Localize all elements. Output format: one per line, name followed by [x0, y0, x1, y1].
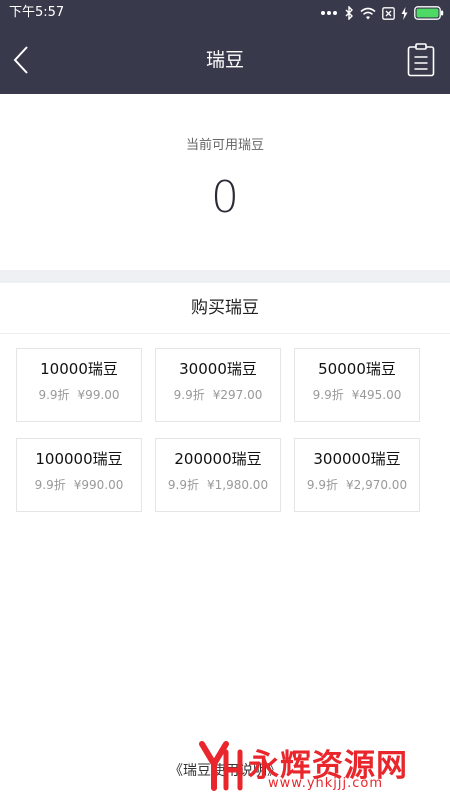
- package-amount: 10000瑞豆: [40, 360, 118, 378]
- package-price: ¥1,980.00: [207, 478, 269, 492]
- package-card[interactable]: 300000瑞豆 9.9折 ¥2,970.00: [294, 438, 420, 512]
- status-time: 下午5:57: [9, 5, 65, 20]
- package-card[interactable]: 30000瑞豆 9.9折 ¥297.00: [155, 348, 281, 422]
- package-card[interactable]: 50000瑞豆 9.9折 ¥495.00: [294, 348, 420, 422]
- package-discount: 9.9折: [312, 388, 344, 402]
- section-divider: [0, 270, 450, 283]
- package-amount: 200000瑞豆: [174, 450, 262, 468]
- package-grid: 10000瑞豆 9.9折 ¥99.00 30000瑞豆 9.9折 ¥297.00 5…: [16, 348, 420, 512]
- dots-icon: [321, 11, 337, 15]
- package-discount: 9.9折: [34, 478, 66, 492]
- package-discount: 9.9折: [173, 388, 205, 402]
- page-title: 瑞豆: [205, 49, 244, 71]
- package-amount: 300000瑞豆: [313, 450, 401, 468]
- package-price-line: 9.9折 ¥1,980.00: [156, 478, 280, 492]
- package-card[interactable]: 100000瑞豆 9.9折 ¥990.00: [16, 438, 142, 512]
- status-icons: [320, 4, 444, 22]
- balance-panel: 当前可用瑞豆 0: [0, 94, 450, 270]
- package-price-line: 9.9折 ¥297.00: [156, 388, 280, 402]
- package-card[interactable]: 10000瑞豆 9.9折 ¥99.00: [16, 348, 142, 422]
- purchase-section-title: 购买瑞豆: [0, 283, 450, 334]
- package-discount: 9.9折: [167, 478, 199, 492]
- balance-label: 当前可用瑞豆: [185, 138, 264, 153]
- package-price: ¥990.00: [73, 478, 124, 492]
- battery-icon: [414, 6, 444, 20]
- package-discount: 9.9折: [306, 478, 338, 492]
- navigation-bar: 瑞豆: [0, 26, 450, 94]
- package-price-line: 9.9折 ¥990.00: [17, 478, 141, 492]
- status-bar: 下午5:57: [0, 0, 450, 26]
- sim-x-icon: [382, 6, 395, 20]
- usage-instructions-link[interactable]: 《瑞豆使用说明》: [0, 760, 450, 780]
- records-clipboard-icon: [407, 43, 435, 77]
- package-amount: 100000瑞豆: [35, 450, 123, 468]
- balance-value: 0: [211, 172, 239, 223]
- package-discount: 9.9折: [38, 388, 70, 402]
- package-amount: 50000瑞豆: [318, 360, 396, 378]
- package-price: ¥2,970.00: [346, 478, 408, 492]
- package-price: ¥297.00: [212, 388, 263, 402]
- package-price: ¥495.00: [351, 388, 402, 402]
- records-button[interactable]: [407, 43, 435, 77]
- package-price-line: 9.9折 ¥99.00: [17, 388, 141, 402]
- package-price: ¥99.00: [77, 388, 120, 402]
- package-price-line: 9.9折 ¥2,970.00: [295, 478, 419, 492]
- charging-icon: [401, 6, 408, 20]
- package-price-line: 9.9折 ¥495.00: [295, 388, 419, 402]
- package-card[interactable]: 200000瑞豆 9.9折 ¥1,980.00: [155, 438, 281, 512]
- wifi-icon: [360, 7, 376, 19]
- package-amount: 30000瑞豆: [179, 360, 257, 378]
- bluetooth-icon: [345, 6, 353, 20]
